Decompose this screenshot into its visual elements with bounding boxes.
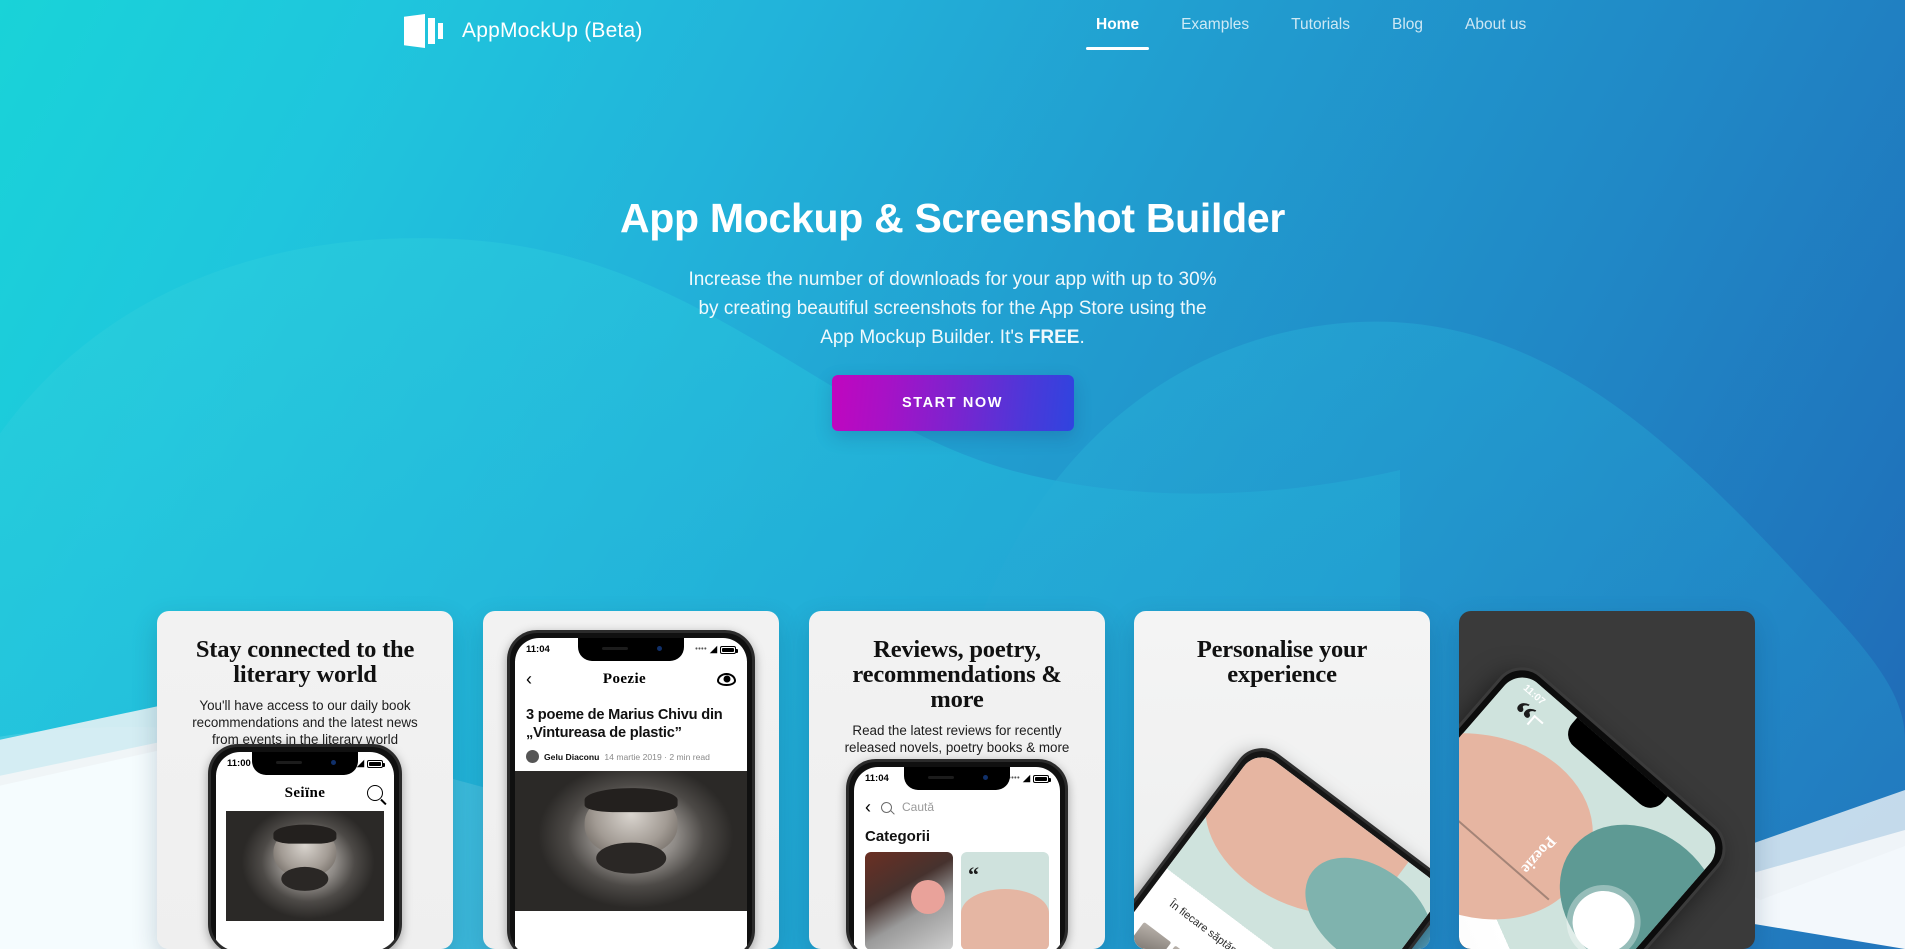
status-time: 11:04	[865, 773, 889, 784]
signal-dots-icon: ••••	[695, 646, 708, 653]
author-name: Gelu Diaconu	[544, 751, 600, 762]
app-bar: ‹ Poezie	[515, 661, 747, 697]
hero-subtitle: Increase the number of downloads for you…	[0, 265, 1905, 352]
tilted-phone-container: În fiecare săptămână	[1134, 611, 1430, 949]
phone-notch	[904, 767, 1010, 790]
article-byline: Gelu Diaconu 14 martie 2019 · 2 min read	[526, 750, 736, 771]
phone-mockup: 11:04 •••• ◢ ‹ Poezie 3 poeme de Marius …	[507, 630, 755, 949]
nav-item-examples[interactable]: Examples	[1160, 16, 1270, 50]
app-title: Seiïne	[284, 784, 326, 801]
main-nav: Home Examples Tutorials Blog About us	[1075, 16, 1547, 50]
mockup-cards-row: Stay connected to the literary world You…	[0, 611, 1905, 949]
status-time: 11:00	[227, 758, 251, 769]
card-subtitle: You'll have access to our daily book rec…	[192, 698, 418, 747]
phone-mockup-tilted: “ 11:07 Poezie	[1459, 655, 1738, 949]
hero-title: App Mockup & Screenshot Builder	[620, 195, 1285, 241]
cover-artwork: “	[1459, 667, 1726, 949]
phone-notch	[578, 638, 684, 661]
category-tile[interactable]	[865, 852, 953, 949]
category-tile[interactable]: “	[961, 852, 1049, 949]
category-tiles: “	[854, 852, 1060, 949]
phone-screen: “ 11:07 Poezie	[1459, 667, 1726, 949]
nav-item-tutorials[interactable]: Tutorials	[1270, 16, 1371, 50]
tilted-phone-container: “ 11:07 Poezie	[1459, 611, 1755, 949]
brand-logo[interactable]: AppMockUp (Beta)	[404, 14, 643, 48]
wifi-icon: ◢	[357, 758, 364, 768]
mockup-card-poezie-article[interactable]: 11:04 •••• ◢ ‹ Poezie 3 poeme de Marius …	[483, 611, 779, 949]
nav-item-about-us[interactable]: About us	[1444, 16, 1547, 50]
start-now-button[interactable]: START NOW	[831, 375, 1074, 431]
site-header: AppMockUp (Beta) Home Examples Tutorials…	[0, 0, 1905, 72]
card-title: Reviews, poetry, recommendations & more	[852, 636, 1062, 713]
wifi-icon: ◢	[1023, 773, 1030, 783]
search-icon[interactable]	[367, 785, 383, 801]
brand-name: AppMockUp (Beta)	[462, 19, 643, 42]
phone-screen: 11:04 •••• ◢ ‹ Poezie 3 poeme de Marius …	[515, 638, 747, 949]
cta-container: START NOW	[0, 375, 1905, 431]
phone-notch	[252, 752, 358, 775]
phone-screen: 11:00 •••• ◢ Seiïne	[216, 752, 394, 949]
logo-mark-icon	[404, 14, 444, 48]
card-subtitle: Read the latest reviews for recently rel…	[844, 723, 1070, 755]
app-title: Poezie	[602, 670, 647, 687]
status-indicators: •••• ◢	[1008, 773, 1051, 784]
phone-screen: 11:04 •••• ◢ ‹ Caută Categorii “	[854, 767, 1060, 949]
hero-sub-line-3-post: .	[1079, 327, 1085, 348]
card-header: Stay connected to the literary world You…	[157, 611, 453, 748]
status-time: 11:04	[526, 644, 550, 655]
avatar	[526, 750, 539, 763]
article-meta: 14 martie 2019 · 2 min read	[604, 751, 710, 762]
phone-mockup: 11:04 •••• ◢ ‹ Caută Categorii “	[846, 759, 1068, 949]
hero-sub-line-3: App Mockup Builder. It's FREE.	[0, 323, 1905, 352]
cover-artwork: În fiecare săptămână	[1134, 748, 1430, 949]
search-row[interactable]: ‹ Caută	[854, 790, 1060, 824]
mockup-card-stay-connected[interactable]: Stay connected to the literary world You…	[157, 611, 453, 949]
article-photo	[226, 811, 384, 921]
phone-screen: În fiecare săptămână	[1134, 748, 1430, 949]
cover-text: În fiecare săptămână	[1167, 897, 1257, 949]
back-chevron-icon[interactable]: ‹	[865, 798, 871, 816]
hero-sub-line-2: by creating beautiful screenshots for th…	[698, 298, 1207, 319]
hero-sub-line-1: Increase the number of downloads for you…	[688, 269, 1217, 290]
hero-sub-free: FREE	[1028, 327, 1080, 348]
battery-icon	[1033, 774, 1051, 783]
article-photo	[515, 771, 747, 911]
section-title: Categorii	[865, 828, 931, 845]
card-header: Reviews, poetry, recommendations & more …	[809, 611, 1105, 756]
search-placeholder: Caută	[902, 800, 935, 814]
hero-sub-line-3-pre: App Mockup Builder. It's	[820, 327, 1029, 348]
signal-dots-icon: ••••	[1008, 775, 1021, 782]
article-title: 3 poeme de Marius Chivu din „Vintureasa …	[526, 707, 723, 741]
card-title: Stay connected to the literary world	[195, 636, 415, 688]
wifi-icon: ◢	[710, 644, 717, 654]
nav-item-home[interactable]: Home	[1075, 16, 1160, 50]
phone-mockup: 11:00 •••• ◢ Seiïne	[208, 744, 402, 949]
mockup-card-personalise[interactable]: Personalise your experience În fiecare s…	[1134, 611, 1430, 949]
battery-icon	[720, 645, 738, 654]
status-indicators: •••• ◢	[695, 644, 738, 655]
search-icon	[881, 801, 892, 813]
mockup-card-dark-poezie[interactable]: “ 11:07 Poezie	[1459, 611, 1755, 949]
battery-icon	[367, 759, 385, 768]
mockup-card-reviews-poetry[interactable]: Reviews, poetry, recommendations & more …	[809, 611, 1105, 949]
eye-icon[interactable]	[717, 672, 736, 686]
nav-item-blog[interactable]: Blog	[1371, 16, 1444, 50]
article-header: 3 poeme de Marius Chivu din „Vintureasa …	[515, 697, 747, 771]
page-root: AppMockUp (Beta) Home Examples Tutorials…	[0, 0, 1905, 949]
app-bar: Seiïne	[216, 775, 394, 811]
phone-mockup-tilted: În fiecare săptămână	[1134, 737, 1430, 949]
